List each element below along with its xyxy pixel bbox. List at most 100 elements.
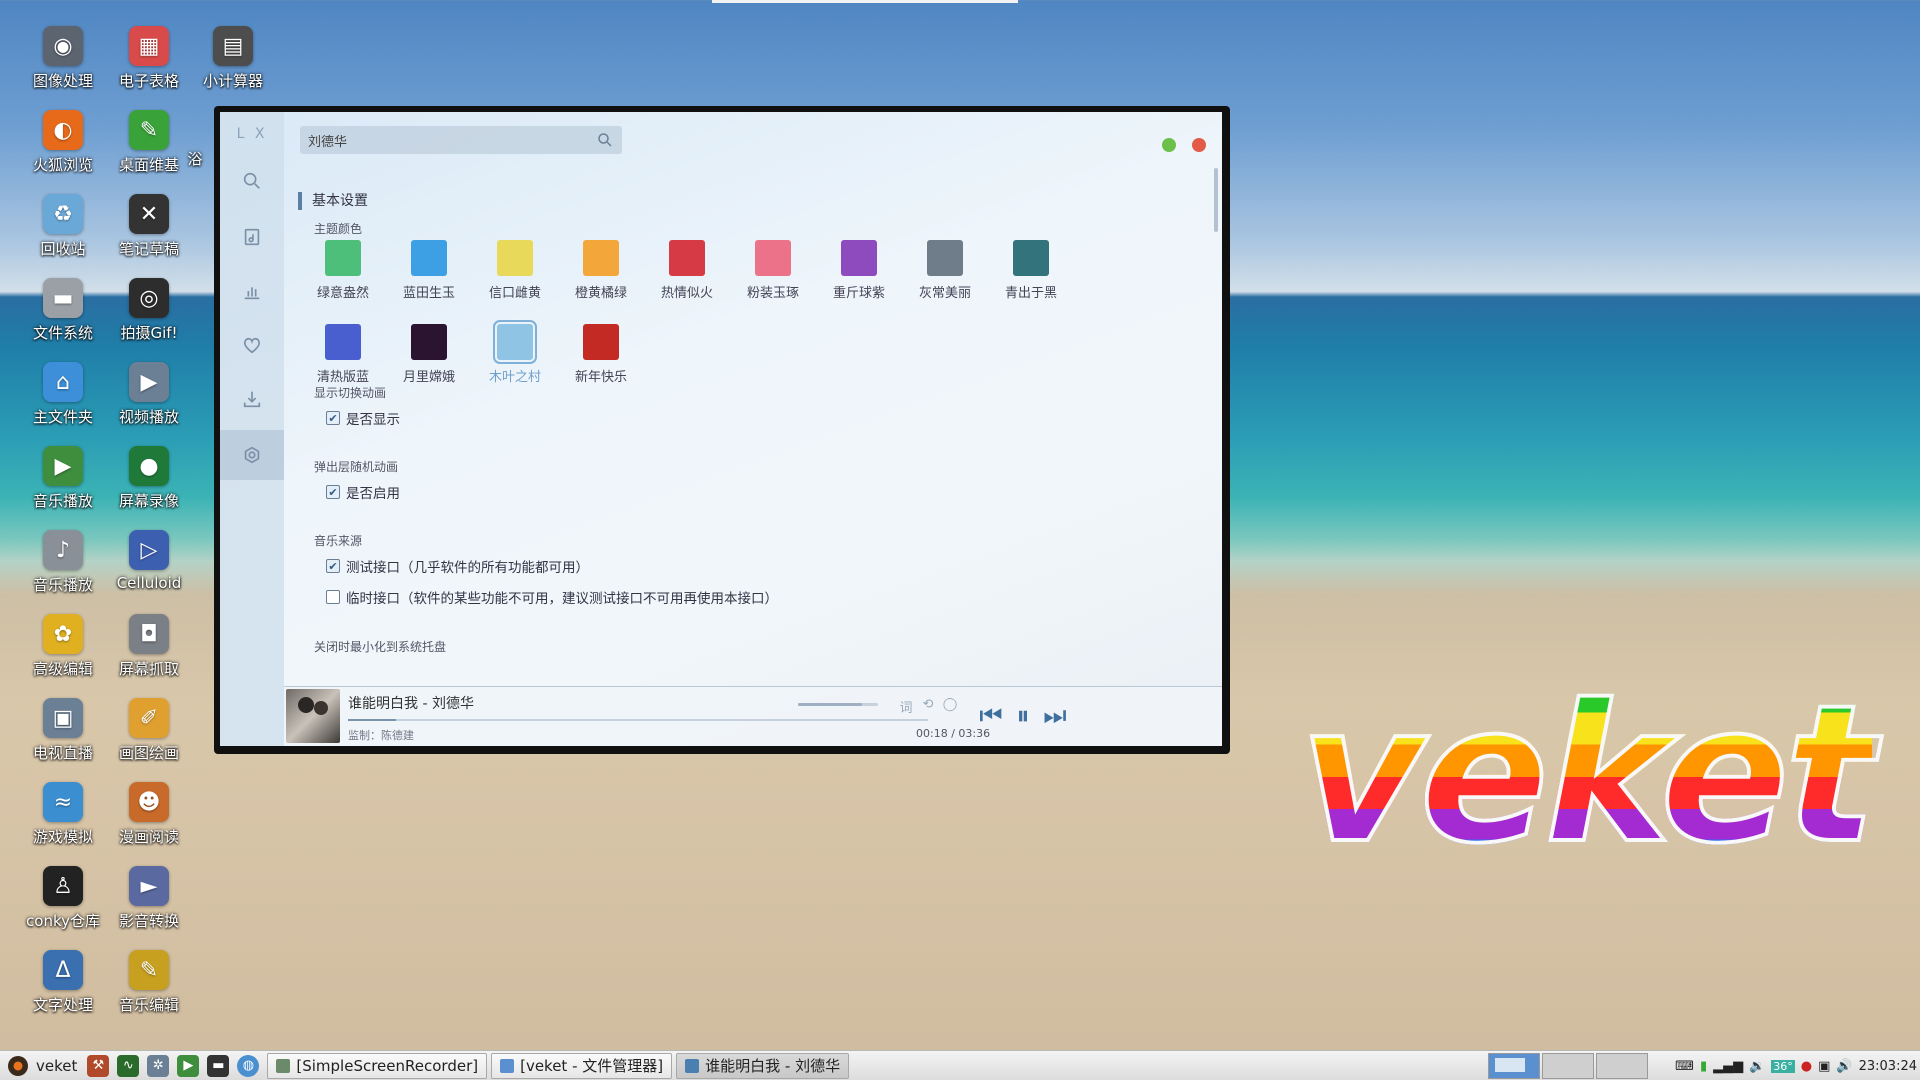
theme-color-chip[interactable]: [927, 240, 963, 276]
theme-swatch[interactable]: 青出于黑: [988, 240, 1074, 301]
workspace-1[interactable]: [1488, 1053, 1540, 1079]
settings-scrollbar[interactable]: [1214, 168, 1218, 232]
media-launcher-icon[interactable]: ▶: [177, 1054, 200, 1077]
nav-download-button[interactable]: [220, 376, 284, 422]
speaker-icon[interactable]: 🔊: [1836, 1059, 1852, 1074]
desktop-icon[interactable]: ♙ conky仓库: [20, 862, 106, 942]
start-menu-button[interactable]: veket: [0, 1051, 83, 1080]
theme-swatch[interactable]: 信口雌黄: [472, 240, 558, 301]
desktop-icon[interactable]: ● 屏幕录像: [106, 442, 192, 522]
desktop-icon[interactable]: ▷ Celluloid: [106, 526, 192, 606]
nav-charts-button[interactable]: [220, 268, 284, 314]
theme-color-chip[interactable]: [1013, 240, 1049, 276]
theme-color-chip[interactable]: [411, 324, 447, 360]
nav-search-button[interactable]: [220, 158, 284, 204]
player-bar: 谁能明白我 - 刘德华 监制：陈德建 00:18 / 03:36 词 ⟲ ◯ ⏮…: [284, 686, 1222, 746]
next-track-button[interactable]: ⏭: [1040, 703, 1070, 729]
desktop-icon[interactable]: ☻ 漫画阅读: [106, 778, 192, 858]
nav-music-library-button[interactable]: [220, 214, 284, 260]
theme-swatch[interactable]: 绿意盎然: [300, 240, 386, 301]
comment-icon[interactable]: ◯: [942, 697, 958, 713]
desktop-icon-label: 音乐播放: [32, 576, 93, 594]
album-cover[interactable]: [286, 689, 340, 743]
test-api-checkbox[interactable]: ✔ 测试接口（几乎软件的所有功能都可用）: [326, 556, 589, 576]
theme-color-chip[interactable]: [669, 240, 705, 276]
close-button[interactable]: [1192, 138, 1206, 152]
taskbar-task-button[interactable]: 谁能明白我 - 刘德华: [676, 1052, 850, 1079]
theme-color-chip[interactable]: [841, 240, 877, 276]
desktop-icon[interactable]: ▦ 电子表格: [106, 22, 192, 102]
desktop-icon[interactable]: ◐ 火狐浏览: [20, 106, 106, 186]
desktop-icon[interactable]: ▤ 小计算器: [190, 22, 276, 102]
clipboard-icon[interactable]: ▣: [1818, 1059, 1830, 1074]
minimize-button[interactable]: [1162, 138, 1176, 152]
repeat-icon[interactable]: ⟲: [920, 697, 936, 713]
terminal-launcher-icon[interactable]: ▬: [207, 1054, 230, 1077]
nav-favorites-button[interactable]: [220, 322, 284, 368]
desktop-icon[interactable]: ▶ 音乐播放: [20, 442, 106, 522]
desktop-icon[interactable]: ▣ 电视直播: [20, 694, 106, 774]
search-input[interactable]: [308, 132, 596, 148]
checkbox-checked-icon[interactable]: ✔: [326, 411, 340, 425]
theme-color-chip[interactable]: [497, 240, 533, 276]
desktop-icon[interactable]: ⌂ 主文件夹: [20, 358, 106, 438]
workspace-3[interactable]: [1596, 1053, 1648, 1079]
theme-swatch[interactable]: 橙黄橘绿: [558, 240, 644, 301]
desktop-icon[interactable]: ♻ 回收站: [20, 190, 106, 270]
desktop-icon[interactable]: ♪ 音乐播放: [20, 526, 106, 606]
theme-color-chip[interactable]: [411, 240, 447, 276]
theme-swatch[interactable]: 粉装玉琢: [730, 240, 816, 301]
desktop-icon[interactable]: ✿ 高级编辑: [20, 610, 106, 690]
pause-button[interactable]: ⏸: [1008, 703, 1038, 729]
keyboard-icon[interactable]: ⌨: [1675, 1059, 1694, 1074]
desktop-icon[interactable]: ◎ 拍摄Gif!: [106, 274, 192, 354]
theme-color-chip[interactable]: [583, 240, 619, 276]
desktop-icon[interactable]: ▬ 文件系统: [20, 274, 106, 354]
workspace-2[interactable]: [1542, 1053, 1594, 1079]
storage-icon[interactable]: ▮: [1700, 1059, 1707, 1074]
desktop-icon[interactable]: ✐ 画图绘画: [106, 694, 192, 774]
theme-swatch[interactable]: 灰常美丽: [902, 240, 988, 301]
theme-swatch[interactable]: 清热版蓝: [300, 324, 386, 385]
checkbox-checked-icon[interactable]: ✔: [326, 485, 340, 499]
theme-swatch[interactable]: 热情似火: [644, 240, 730, 301]
taskbar-task-button[interactable]: [SimpleScreenRecorder]: [267, 1052, 488, 1079]
theme-color-chip[interactable]: [493, 320, 537, 364]
progress-bar[interactable]: [348, 719, 928, 721]
taskbar-task-button[interactable]: [veket - 文件管理器]: [491, 1052, 673, 1079]
theme-swatch[interactable]: 木叶之村: [472, 320, 558, 385]
desktop-icon[interactable]: ◉ 图像处理: [20, 22, 106, 102]
record-indicator-icon[interactable]: ●: [1801, 1059, 1812, 1074]
theme-swatch[interactable]: 重斤球紫: [816, 240, 902, 301]
settings-launcher-icon[interactable]: ✲: [147, 1054, 170, 1077]
desktop-icon[interactable]: ◘ 屏幕抓取: [106, 610, 192, 690]
desktop-icon[interactable]: ▶ 视频播放: [106, 358, 192, 438]
theme-swatch[interactable]: 新年快乐: [558, 324, 644, 385]
theme-color-chip[interactable]: [325, 240, 361, 276]
system-monitor-icon[interactable]: ∿: [117, 1054, 140, 1077]
desktop-icon[interactable]: Δ 文字处理: [20, 946, 106, 1026]
network-signal-icon[interactable]: ▂▄▆: [1713, 1059, 1743, 1074]
temp-api-checkbox[interactable]: 临时接口（软件的某些功能不可用，建议测试接口不可用再使用本接口）: [326, 587, 778, 607]
previous-track-button[interactable]: ⏮: [976, 703, 1006, 729]
desktop-icon[interactable]: ✎ 音乐编辑: [106, 946, 192, 1026]
theme-swatch[interactable]: 蓝田生玉: [386, 240, 472, 301]
search-bar[interactable]: [300, 126, 622, 154]
search-icon[interactable]: [596, 131, 614, 149]
desktop-icon[interactable]: ≈ 游戏模拟: [20, 778, 106, 858]
desktop-icon[interactable]: ► 影音转换: [106, 862, 192, 942]
browser-launcher-icon[interactable]: ◍: [237, 1054, 260, 1077]
theme-color-chip[interactable]: [755, 240, 791, 276]
nav-settings-button[interactable]: [220, 430, 284, 480]
show-animation-checkbox[interactable]: ✔ 是否显示: [326, 408, 400, 428]
checkbox-unchecked-icon[interactable]: [326, 590, 340, 604]
volume-tray-icon[interactable]: 🔉: [1749, 1059, 1765, 1074]
tools-launcher-icon[interactable]: ⚒: [87, 1054, 110, 1077]
theme-color-chip[interactable]: [325, 324, 361, 360]
volume-slider[interactable]: [798, 703, 878, 706]
lyrics-icon[interactable]: 词: [898, 697, 914, 716]
theme-color-chip[interactable]: [583, 324, 619, 360]
checkbox-checked-icon[interactable]: ✔: [326, 559, 340, 573]
enable-popup-checkbox[interactable]: ✔ 是否启用: [326, 482, 400, 502]
theme-swatch[interactable]: 月里嫦娥: [386, 324, 472, 385]
